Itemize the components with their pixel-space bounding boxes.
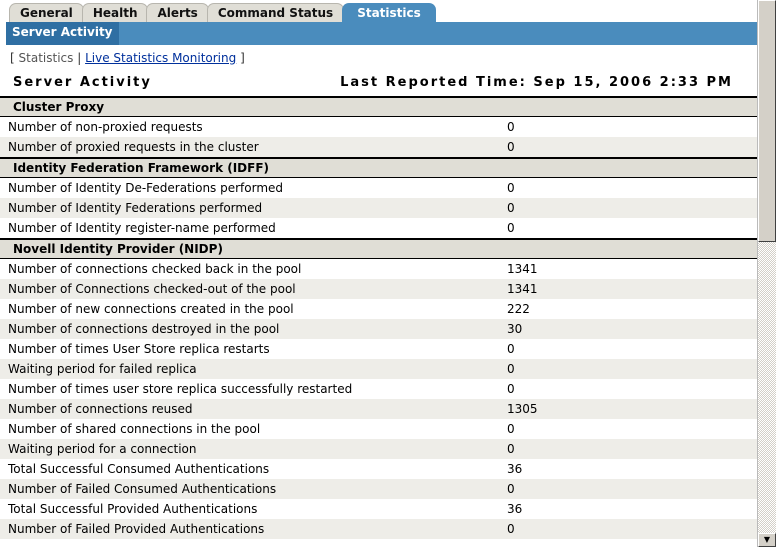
table-row: Number of proxied requests in the cluste…: [0, 137, 757, 157]
stat-label: Number of connections reused: [8, 402, 193, 416]
title-bar: Server Activity Last Reported Time: Sep …: [0, 71, 757, 96]
table-row: Waiting period for a connection 0: [0, 439, 757, 459]
table-row: Number of times User Store replica resta…: [0, 339, 757, 359]
table-row: Number of new connections created in the…: [0, 299, 757, 319]
tab-general[interactable]: General: [9, 3, 84, 22]
table-row: Number of Identity De-Federations perfor…: [0, 178, 757, 198]
table-row: Number of Connections checked-out of the…: [0, 279, 757, 299]
stat-label: Number of new connections created in the…: [8, 302, 294, 316]
stat-label: Number of Identity register-name perform…: [8, 221, 276, 235]
stat-label: Number of proxied requests in the cluste…: [8, 140, 259, 154]
scrollbar-thumb[interactable]: [758, 0, 776, 242]
page-title: Server Activity: [13, 75, 152, 90]
stat-label: Number of shared connections in the pool: [8, 422, 261, 436]
stat-label: Number of Failed Provided Authentication…: [8, 522, 265, 536]
table-row: Number of connections destroyed in the p…: [0, 319, 757, 339]
stat-label: Number of times user store replica succe…: [8, 382, 353, 396]
table-row: Number of Failed Provided Authentication…: [0, 519, 757, 539]
table-row: Number of Failed Consumed Authentication…: [0, 479, 757, 499]
section-header: Identity Federation Framework (IDFF): [0, 157, 757, 178]
stat-value: 0: [507, 382, 515, 396]
section-rows: Number of Identity De-Federations perfor…: [0, 178, 757, 238]
stat-value: 0: [507, 140, 515, 154]
tab-statistics[interactable]: Statistics: [342, 3, 436, 22]
stat-label: Waiting period for failed replica: [8, 362, 197, 376]
stat-value: 0: [507, 442, 515, 456]
statistics-link-current: Statistics: [18, 51, 74, 65]
stat-value: 0: [507, 120, 515, 134]
table-row: Number of Identity register-name perform…: [0, 218, 757, 238]
section-rows: Number of connections checked back in th…: [0, 259, 757, 539]
live-statistics-link[interactable]: Live Statistics Monitoring: [85, 51, 236, 65]
stat-label: Total Successful Consumed Authentication…: [8, 462, 270, 476]
scrollbar[interactable]: ▼: [757, 0, 776, 547]
tab-alerts[interactable]: Alerts: [146, 3, 209, 22]
table-row: Number of connections reused 1305: [0, 399, 757, 419]
stat-value: 0: [507, 201, 515, 215]
stats-table: Cluster Proxy Number of non-proxied reque…: [0, 96, 757, 539]
section-header: Cluster Proxy: [0, 96, 757, 117]
stat-label: Number of Connections checked-out of the…: [8, 282, 296, 296]
stat-label: Number of times User Store replica resta…: [8, 342, 270, 356]
stat-label: Waiting period for a connection: [8, 442, 197, 456]
tab-health[interactable]: Health: [81, 3, 149, 22]
stat-value: 222: [507, 302, 530, 316]
table-row: Number of shared connections in the pool…: [0, 419, 757, 439]
stat-value: 0: [507, 482, 515, 496]
stat-label: Number of connections destroyed in the p…: [8, 322, 280, 336]
subtab-server-activity[interactable]: Server Activity: [6, 22, 119, 45]
table-row: Number of non-proxied requests 0: [0, 117, 757, 137]
last-reported-time: Last Reported Time: Sep 15, 2006 2:33 PM: [340, 75, 733, 90]
scroll-down-arrow-icon[interactable]: ▼: [758, 533, 776, 547]
stat-label: Number of Failed Consumed Authentication…: [8, 482, 277, 496]
stat-value: 36: [507, 502, 523, 516]
table-row: Total Successful Consumed Authentication…: [0, 459, 757, 479]
table-row: Number of connections checked back in th…: [0, 259, 757, 279]
bracket-open: [: [10, 51, 15, 65]
stat-label: Number of Identity Federations performed: [8, 201, 263, 215]
table-row: Waiting period for failed replica 0: [0, 359, 757, 379]
stat-value: 36: [507, 462, 523, 476]
link-bar: [ Statistics | Live Statistics Monitorin…: [0, 45, 757, 71]
stat-label: Total Successful Provided Authentication…: [8, 502, 258, 516]
stat-value: 0: [507, 181, 515, 195]
table-row: Number of times user store replica succe…: [0, 379, 757, 399]
stat-value: 30: [507, 322, 523, 336]
stat-label: Number of Identity De-Federations perfor…: [8, 181, 284, 195]
table-row: Total Successful Provided Authentication…: [0, 499, 757, 519]
section-rows: Number of non-proxied requests 0 Number of…: [0, 117, 757, 157]
stat-value: 0: [507, 342, 515, 356]
section-header: Novell Identity Provider (NIDP): [0, 238, 757, 259]
stat-value: 1341: [507, 282, 538, 296]
stat-value: 1341: [507, 262, 538, 276]
stat-value: 0: [507, 422, 515, 436]
bracket-close: ]: [240, 51, 245, 65]
stat-value: 0: [507, 522, 515, 536]
tab-command-status[interactable]: Command Status: [206, 3, 345, 22]
separator: |: [77, 51, 82, 65]
stat-value: 0: [507, 221, 515, 235]
stat-value: 0: [507, 362, 515, 376]
table-row: Number of Identity Federations performed…: [0, 198, 757, 218]
stat-label: Number of connections checked back in th…: [8, 262, 302, 276]
stat-label: Number of non-proxied requests: [8, 120, 203, 134]
stat-value: 1305: [507, 402, 538, 416]
subheader-bar: Server Activity: [6, 22, 757, 45]
tab-bar: General Health Alerts Command Status Sta…: [0, 0, 757, 22]
